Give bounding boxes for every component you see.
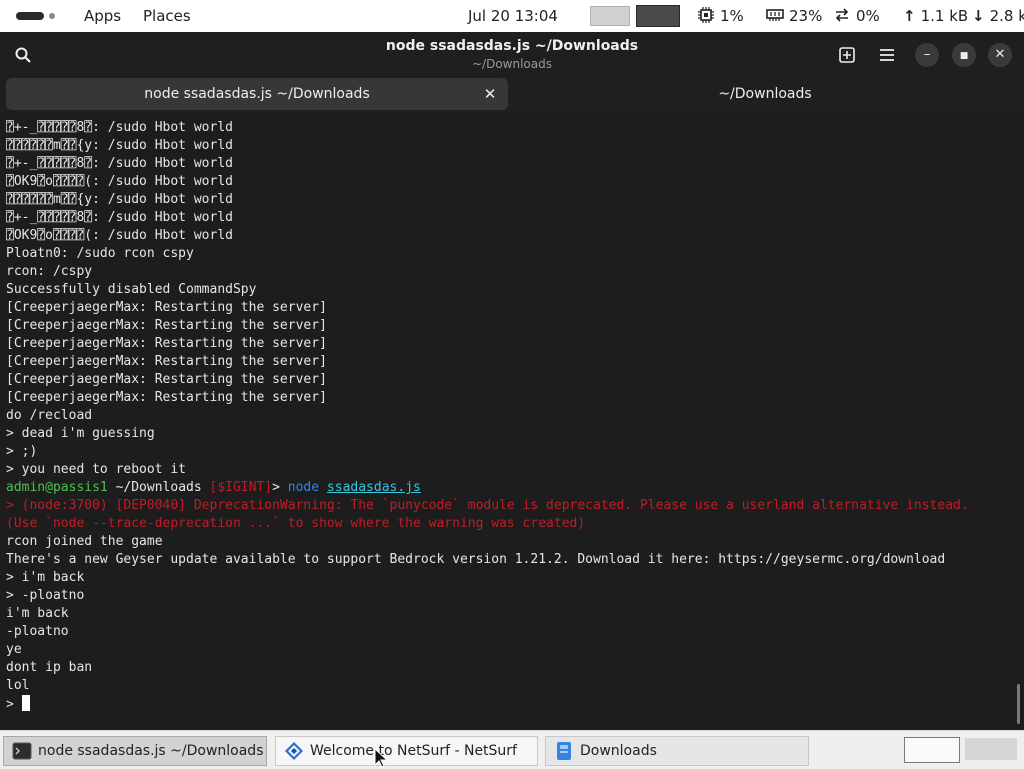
taskbar-item-netsurf[interactable]: Welcome to NetSurf - NetSurf: [275, 736, 538, 766]
terminal-line: Successfully disabled CommandSpy: [6, 282, 257, 297]
minimize-icon: –: [923, 47, 931, 62]
workspace-switcher-2[interactable]: [965, 738, 1017, 760]
tab-close-icon[interactable]: ✕: [480, 78, 500, 110]
tab-node-ssadasdas[interactable]: node ssadasdas.js ~/Downloads ✕: [6, 78, 508, 110]
places-menu[interactable]: Places: [143, 0, 191, 32]
terminal-headerbar: node ssadasdas.js ~/Downloads ~/Download…: [0, 32, 1024, 78]
workspace-switcher-1[interactable]: [904, 737, 960, 763]
arrow-down-icon: ↓: [972, 7, 985, 25]
net-up-value: 1.1 kB: [920, 7, 969, 25]
terminal-line: ⍰OK9⍰o⍰⍰⍰⍰(: /sudo Hbot world: [6, 174, 233, 189]
terminal-line: do /recload: [6, 408, 93, 423]
new-tab-button[interactable]: [834, 42, 860, 68]
workspace-indicator[interactable]: [49, 13, 55, 19]
prompt-file-link[interactable]: ssadasdas.js: [327, 480, 421, 495]
apps-menu[interactable]: Apps: [84, 0, 121, 32]
memory-icon: [766, 9, 784, 21]
terminal-line: There's a new Geyser update available to…: [6, 552, 946, 567]
tab-bar: node ssadasdas.js ~/Downloads ✕ ~/Downlo…: [0, 78, 1024, 114]
terminal-output[interactable]: ⍰+-_⍰⍰⍰⍰⍰8⍰: /sudo Hbot world ⍰⍰⍰⍰⍰⍰m⍰⍰{y…: [0, 118, 1024, 728]
terminal-line: [CreeperjaegerMax: Restarting the server…: [6, 318, 327, 333]
taskbar-item-files[interactable]: Downloads: [545, 736, 809, 766]
swap-monitor[interactable]: 0%: [834, 0, 880, 32]
taskbar-item-terminal[interactable]: node ssadasdas.js ~/Downloads: [3, 736, 267, 766]
warning-line: (Use `node --trace-deprecation ...` to s…: [6, 516, 586, 531]
terminal-line: > -ploatno: [6, 588, 85, 603]
main-menu-button[interactable]: [874, 42, 900, 68]
memory-value: 23%: [789, 7, 823, 25]
window-subtitle: ~/Downloads: [472, 57, 552, 71]
warning-line: > (node:3700) [DEP0040] DeprecationWarni…: [6, 498, 969, 513]
text-cursor: [21, 695, 30, 711]
terminal-line: dont ip ban: [6, 660, 93, 675]
cpu-value: 1%: [720, 7, 744, 25]
terminal-line: rcon joined the game: [6, 534, 163, 549]
terminal-line: > dead i'm guessing: [6, 426, 155, 441]
input-line[interactable]: >: [6, 695, 969, 713]
arrow-up-icon: ↑: [903, 7, 916, 25]
workspace-indicator-active[interactable]: [16, 12, 44, 20]
terminal-line: Ploatn0: /sudo rcon cspy: [6, 246, 194, 261]
scrollbar[interactable]: [1017, 684, 1020, 724]
terminal-line: ⍰OK9⍰o⍰⍰⍰⍰(: /sudo Hbot world: [6, 228, 233, 243]
terminal-line: ⍰+-_⍰⍰⍰⍰⍰8⍰: /sudo Hbot world: [6, 210, 233, 225]
netsurf-icon: [285, 742, 303, 760]
maximize-button[interactable]: ■: [952, 43, 976, 67]
net-down-monitor[interactable]: ↓2.8 kB: [972, 0, 1024, 32]
mouse-pointer-icon: [374, 748, 388, 768]
terminal-line: [CreeperjaegerMax: Restarting the server…: [6, 336, 327, 351]
top-bar: Apps Places Jul 20 13:04 1% 23% 0% ↑ 1.1 …: [0, 0, 1024, 32]
close-window-button[interactable]: ✕: [988, 43, 1012, 67]
clock[interactable]: Jul 20 13:04: [468, 0, 558, 32]
terminal-line: [CreeperjaegerMax: Restarting the server…: [6, 372, 327, 387]
taskbar-label: Welcome to NetSurf - NetSurf: [310, 743, 517, 759]
terminal-line: > ;): [6, 444, 38, 459]
net-up-monitor[interactable]: ↑ 1.1 kB: [903, 0, 968, 32]
taskbar-label: node ssadasdas.js ~/Downloads: [38, 743, 264, 759]
terminal-line: lol: [6, 678, 30, 693]
files-icon: [557, 742, 571, 760]
terminal-line: ⍰+-_⍰⍰⍰⍰⍰8⍰: /sudo Hbot world: [6, 120, 233, 135]
hamburger-menu-icon: [880, 49, 894, 61]
maximize-icon: ■: [959, 51, 969, 61]
taskbar: node ssadasdas.js ~/Downloads Welcome to…: [0, 730, 1024, 769]
prompt-signal: [$IGINT]: [209, 480, 273, 495]
terminal-line: > you need to reboot it: [6, 462, 187, 477]
terminal-line: -ploatno: [6, 624, 69, 639]
terminal-line: ⍰⍰⍰⍰⍰⍰m⍰⍰{y: /sudo Hbot world: [6, 192, 233, 207]
prompt-command: node: [287, 480, 327, 495]
terminal-icon: [12, 742, 32, 760]
minimize-button[interactable]: –: [915, 43, 939, 67]
cpu-monitor[interactable]: 1%: [698, 0, 744, 32]
taskbar-label: Downloads: [580, 743, 657, 759]
terminal-line: ye: [6, 642, 22, 657]
prompt-arrow: >: [272, 480, 288, 495]
close-icon: ✕: [994, 47, 1006, 62]
prompt-path: ~/Downloads: [107, 480, 210, 495]
memory-monitor[interactable]: 23%: [766, 0, 822, 32]
terminal-line: i'm back: [6, 606, 69, 621]
tab-downloads[interactable]: ~/Downloads: [512, 78, 1018, 110]
terminal-line: > i'm back: [6, 570, 85, 585]
tab-label: ~/Downloads: [718, 86, 812, 102]
cpu-icon: [698, 7, 714, 23]
swap-icon: [835, 8, 849, 22]
terminal-line: ⍰⍰⍰⍰⍰⍰m⍰⍰{y: /sudo Hbot world: [6, 138, 233, 153]
terminal-line: ⍰+-_⍰⍰⍰⍰⍰8⍰: /sudo Hbot world: [6, 156, 233, 171]
terminal-line: [CreeperjaegerMax: Restarting the server…: [6, 354, 327, 369]
net-down-value: 2.8 kB: [989, 7, 1024, 25]
shell-prompt-line: admin@passis1 ~/Downloads [$IGINT]> node…: [6, 479, 969, 497]
input-prompt: >: [6, 697, 22, 712]
window-title: node ssadasdas.js ~/Downloads: [385, 38, 639, 54]
tab-label: node ssadasdas.js ~/Downloads: [144, 86, 370, 102]
new-tab-icon: [839, 47, 855, 63]
swap-value: 0%: [856, 7, 880, 25]
prompt-user-host: admin@passis1: [6, 480, 108, 495]
terminal-line: rcon: /cspy: [6, 264, 93, 279]
workspace-thumbnail-1[interactable]: [590, 6, 630, 26]
terminal-line: [CreeperjaegerMax: Restarting the server…: [6, 300, 327, 315]
terminal-line: [CreeperjaegerMax: Restarting the server…: [6, 390, 327, 405]
workspace-thumbnail-2[interactable]: [636, 5, 680, 27]
